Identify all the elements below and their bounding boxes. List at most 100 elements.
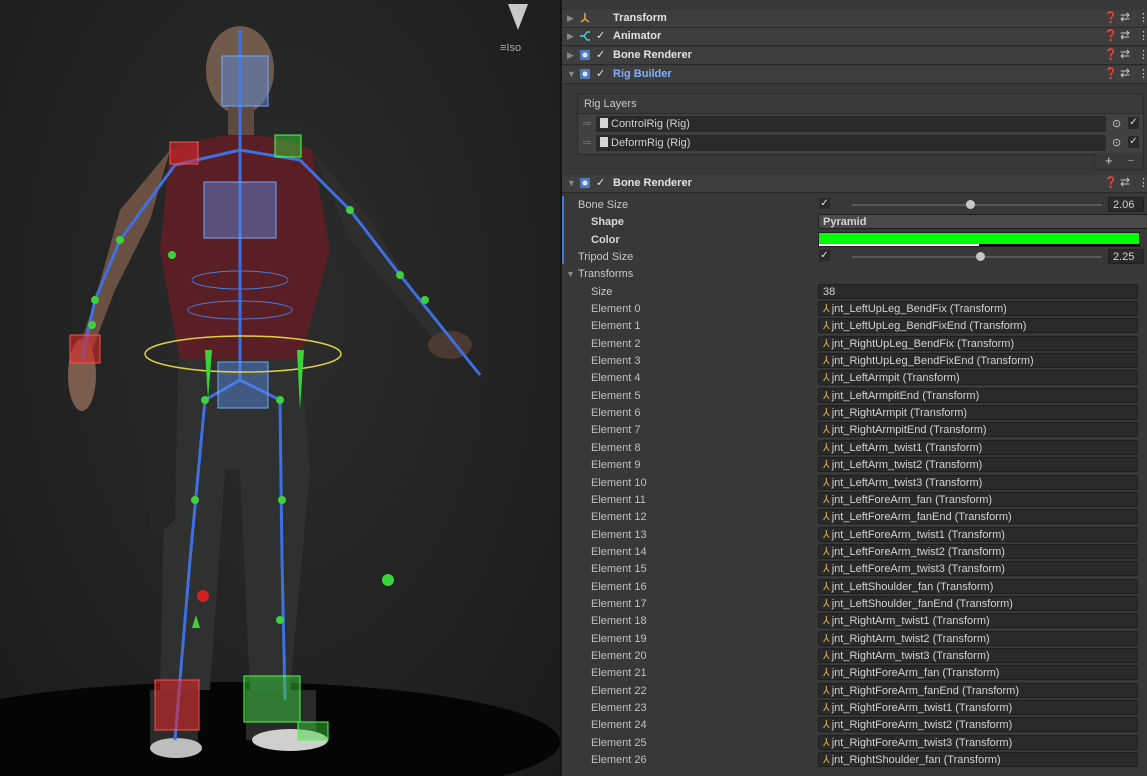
character-rig-viewport[interactable] xyxy=(0,0,560,776)
transform-reference-field[interactable]: ⅄ jnt_LeftShoulder_fan (Transform) xyxy=(818,579,1138,594)
transform-reference-field[interactable]: ⅄ jnt_LeftForeArm_twist3 (Transform) xyxy=(818,561,1138,576)
element-label: Element 15 xyxy=(591,563,647,575)
transform-reference-field[interactable]: ⅄ jnt_RightUpLeg_BendFix (Transform) xyxy=(818,336,1138,351)
preset-sliders-icon[interactable]: ⇄ xyxy=(1120,47,1130,61)
component-header-rig-builder[interactable]: ▼ ✓ Rig Builder ❓ ⇄ ⋮ xyxy=(562,66,1147,84)
transform-reference-field[interactable]: ⅄ jnt_RightShoulder_fan (Transform) xyxy=(818,752,1138,767)
component-header-bone-renderer-expanded[interactable]: ▼ ✓ Bone Renderer ❓ ⇄ ⋮ xyxy=(562,175,1147,193)
transform-reference-field[interactable]: ⅄ jnt_LeftUpLeg_BendFix (Transform) xyxy=(818,301,1138,316)
enabled-checkbox[interactable]: ✓ xyxy=(596,30,608,42)
preset-sliders-icon[interactable]: ⇄ xyxy=(1120,28,1130,42)
transform-axes-icon: ⅄ xyxy=(823,442,830,454)
transform-reference-field[interactable]: ⅄ jnt_RightForeArm_fan (Transform) xyxy=(818,665,1138,680)
list-item[interactable]: ═ DeformRig (Rig) ⊙ ✓ xyxy=(578,135,1143,152)
tripod-size-checkbox[interactable]: ✓ xyxy=(819,250,830,261)
preset-sliders-icon[interactable]: ⇄ xyxy=(1120,10,1130,24)
transform-reference-field[interactable]: ⅄ jnt_RightArm_twist2 (Transform) xyxy=(818,631,1138,646)
object-picker-icon[interactable]: ⊙ xyxy=(1112,117,1121,130)
enabled-checkbox[interactable]: ✓ xyxy=(596,177,608,189)
question-circle-icon[interactable]: ❓ xyxy=(1104,11,1118,24)
foldout-arrow-icon[interactable]: ▶ xyxy=(567,50,574,61)
transform-reference-field[interactable]: ⅄ jnt_RightForeArm_twist1 (Transform) xyxy=(818,700,1138,715)
element-label: Element 25 xyxy=(591,737,647,749)
transform-reference-field[interactable]: ⅄ jnt_LeftForeArm_twist1 (Transform) xyxy=(818,527,1138,542)
layer-active-checkbox[interactable]: ✓ xyxy=(1128,136,1139,148)
foldout-arrow-icon[interactable]: ▼ xyxy=(566,269,575,279)
transform-reference-field[interactable]: ⅄ jnt_RightArm_twist3 (Transform) xyxy=(818,648,1138,663)
rig-asset-icon xyxy=(600,137,608,147)
color-field[interactable] xyxy=(818,232,1140,247)
bone-size-slider[interactable] xyxy=(852,200,1102,209)
kebab-menu-icon[interactable]: ⋮ xyxy=(1138,29,1147,42)
drag-handle-icon[interactable]: ═ xyxy=(583,137,591,149)
transform-reference-field[interactable]: ⅄ jnt_LeftArm_twist2 (Transform) xyxy=(818,457,1138,472)
slider-thumb[interactable] xyxy=(965,200,975,209)
foldout-arrow-icon[interactable]: ▼ xyxy=(567,178,576,188)
transform-reference-field[interactable]: ⅄ jnt_LeftArmpit (Transform) xyxy=(818,370,1138,385)
transform-reference-field[interactable]: ⅄ jnt_LeftForeArm_twist2 (Transform) xyxy=(818,544,1138,559)
scene-view[interactable]: ≡Iso xyxy=(0,0,560,776)
transform-reference-field[interactable]: ⅄ jnt_RightForeArm_twist3 (Transform) xyxy=(818,735,1138,750)
kebab-menu-icon[interactable]: ⋮ xyxy=(1138,67,1147,80)
shape-dropdown[interactable]: Pyramid xyxy=(818,214,1147,229)
component-header-animator[interactable]: ▶ ✓ Animator ❓ ⇄ ⋮ xyxy=(562,28,1147,46)
transform-reference-field[interactable]: ⅄ jnt_LeftUpLeg_BendFixEnd (Transform) xyxy=(818,318,1138,333)
element-label: Element 13 xyxy=(591,529,647,541)
component-header-transform[interactable]: ▶ Transform ❓ ⇄ ⋮ xyxy=(562,10,1147,28)
transform-reference-field[interactable]: ⅄ jnt_LeftForeArm_fan (Transform) xyxy=(818,492,1138,507)
projection-label[interactable]: ≡Iso xyxy=(500,42,521,54)
scene-gizmo[interactable] xyxy=(508,4,528,30)
array-size-field[interactable]: 38 xyxy=(818,284,1138,299)
transform-reference-field[interactable]: ⅄ jnt_LeftForeArm_fanEnd (Transform) xyxy=(818,509,1138,524)
transform-reference-field[interactable]: ⅄ jnt_LeftArmpitEnd (Transform) xyxy=(818,388,1138,403)
transform-reference-field[interactable]: ⅄ jnt_RightForeArm_fanEnd (Transform) xyxy=(818,683,1138,698)
transform-reference-field[interactable]: ⅄ jnt_RightArmpit (Transform) xyxy=(818,405,1138,420)
animator-icon xyxy=(580,31,590,41)
transform-axes-icon xyxy=(580,13,590,23)
element-label: Element 8 xyxy=(591,442,641,454)
object-picker-icon[interactable]: ⊙ xyxy=(1112,136,1121,149)
foldout-arrow-icon[interactable]: ▶ xyxy=(567,13,574,24)
drag-handle-icon[interactable]: ═ xyxy=(583,118,591,130)
transform-axes-icon: ⅄ xyxy=(823,459,830,471)
enabled-checkbox[interactable]: ✓ xyxy=(596,68,608,80)
question-circle-icon[interactable]: ❓ xyxy=(1104,48,1118,61)
kebab-menu-icon[interactable]: ⋮ xyxy=(1138,176,1147,189)
foldout-arrow-icon[interactable]: ▼ xyxy=(567,69,576,79)
transform-reference-field[interactable]: ⅄ jnt_RightArmpitEnd (Transform) xyxy=(818,422,1138,437)
kebab-menu-icon[interactable]: ⋮ xyxy=(1138,48,1147,61)
component-header-bone-renderer[interactable]: ▶ ✓ Bone Renderer ❓ ⇄ ⋮ xyxy=(562,47,1147,65)
list-footer: + − xyxy=(1094,153,1144,170)
transform-reference-field[interactable]: ⅄ jnt_LeftArm_twist3 (Transform) xyxy=(818,475,1138,490)
kebab-menu-icon[interactable]: ⋮ xyxy=(1138,11,1147,24)
bone-size-field[interactable]: 2.06 xyxy=(1108,197,1144,212)
transform-reference-field[interactable]: ⅄ jnt_RightForeArm_twist2 (Transform) xyxy=(818,717,1138,732)
element-label: Element 26 xyxy=(591,754,647,766)
element-label: Element 24 xyxy=(591,719,647,731)
transform-reference-field[interactable]: ⅄ jnt_RightUpLeg_BendFixEnd (Transform) xyxy=(818,353,1138,368)
layer-active-checkbox[interactable]: ✓ xyxy=(1128,117,1139,129)
inspector-panel: ▶ Transform ❓ ⇄ ⋮ ▶ ✓ Animator ❓ ⇄ ⋮ ▶ ✓… xyxy=(562,0,1147,776)
slider-thumb[interactable] xyxy=(975,252,985,261)
tripod-size-field[interactable]: 2.25 xyxy=(1108,249,1144,264)
question-circle-icon[interactable]: ❓ xyxy=(1104,29,1118,42)
foldout-arrow-icon[interactable]: ▶ xyxy=(567,31,574,42)
preset-sliders-icon[interactable]: ⇄ xyxy=(1120,66,1130,80)
transform-axes-icon: ⅄ xyxy=(823,477,830,489)
preset-sliders-icon[interactable]: ⇄ xyxy=(1120,175,1130,189)
enabled-checkbox[interactable]: ✓ xyxy=(596,49,608,61)
transform-axes-icon: ⅄ xyxy=(823,390,830,402)
bone-size-checkbox[interactable]: ✓ xyxy=(819,198,830,209)
rig-layers-header: Rig Layers xyxy=(577,93,1144,114)
add-layer-button[interactable]: + xyxy=(1105,153,1113,168)
question-circle-icon[interactable]: ❓ xyxy=(1104,67,1118,80)
remove-layer-button[interactable]: − xyxy=(1127,153,1135,168)
question-circle-icon[interactable]: ❓ xyxy=(1104,176,1118,189)
list-item[interactable]: ═ ControlRig (Rig) ⊙ ✓ xyxy=(578,116,1143,133)
transform-reference-field[interactable]: ⅄ jnt_RightArm_twist1 (Transform) xyxy=(818,613,1138,628)
transform-axes-icon: ⅄ xyxy=(823,563,830,575)
transform-axes-icon: ⅄ xyxy=(823,737,830,749)
tripod-size-slider[interactable] xyxy=(852,252,1102,261)
transform-reference-field[interactable]: ⅄ jnt_LeftArm_twist1 (Transform) xyxy=(818,440,1138,455)
transform-reference-field[interactable]: ⅄ jnt_LeftShoulder_fanEnd (Transform) xyxy=(818,596,1138,611)
